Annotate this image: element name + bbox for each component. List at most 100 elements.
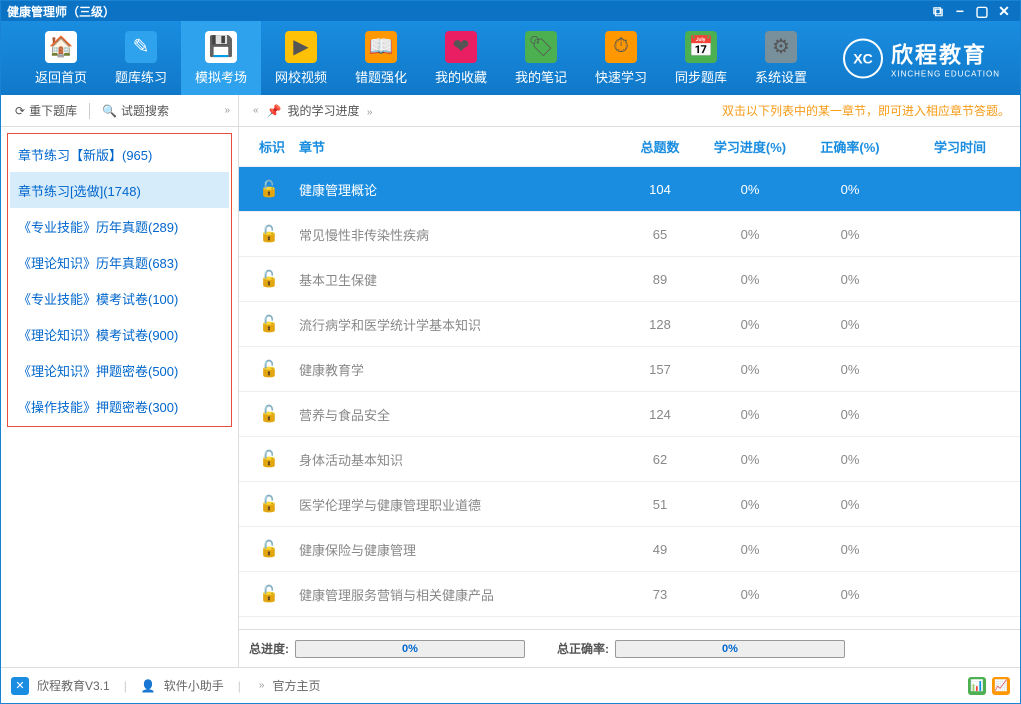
col-icon: 标识 (239, 137, 299, 156)
cell-progress: 0% (700, 362, 800, 377)
cell-total: 73 (620, 587, 700, 602)
cell-total: 104 (620, 182, 700, 197)
table-row[interactable]: 🔓 健康教育学 157 0% 0% (239, 347, 1020, 392)
separator (89, 103, 90, 119)
home-link[interactable]: 官方主页 (272, 677, 320, 694)
cell-total: 62 (620, 452, 700, 467)
table-row[interactable]: 🔓 身体活动基本知识 62 0% 0% (239, 437, 1020, 482)
table-row[interactable]: 🔓 流行病学和医学统计学基本知识 128 0% 0% (239, 302, 1020, 347)
lock-icon: 🔓 (259, 541, 279, 558)
cell-accuracy: 0% (800, 542, 900, 557)
toolbar-item[interactable]: 🏠返回首页 (21, 21, 101, 95)
sidebar-item[interactable]: 《专业技能》模考试卷(100) (10, 280, 229, 316)
table-body[interactable]: 🔓 健康管理概论 104 0% 0% 🔓 常见慢性非传染性疾病 65 0% 0%… (239, 167, 1020, 629)
stats-icon[interactable]: 📊 (968, 677, 986, 695)
cell-total: 157 (620, 362, 700, 377)
sidebar-item[interactable]: 《理论知识》押题密卷(500) (10, 352, 229, 388)
table-row[interactable]: 🔓 营养与食品安全 124 0% 0% (239, 392, 1020, 437)
hint-text: 双击以下列表中的某一章节，即可进入相应章节答题。 (722, 102, 1010, 119)
progress-link[interactable]: 我的学习进度 » (288, 102, 373, 119)
maximize-icon[interactable]: ▢ (972, 3, 992, 19)
reload-button[interactable]: ⟳重下题库 (9, 100, 83, 121)
main-toolbar: « 📌 我的学习进度 » 双击以下列表中的某一章节，即可进入相应章节答题。 (239, 95, 1020, 127)
cell-total: 49 (620, 542, 700, 557)
lock-icon: 🔓 (259, 271, 279, 288)
toolbar-label: 错题强化 (355, 67, 407, 86)
cell-chapter: 健康保险与健康管理 (299, 540, 620, 559)
toolbar-item[interactable]: ❤我的收藏 (421, 21, 501, 95)
sidebar-item[interactable]: 章节练习【新版】(965) (10, 136, 229, 172)
col-chapter: 章节 (299, 137, 620, 156)
cell-chapter: 健康管理服务营销与相关健康产品 (299, 585, 620, 604)
toolbar-item[interactable]: ✎ 题库练习 (101, 21, 181, 95)
toolbar-label: 我的笔记 (515, 67, 567, 86)
window-controls: ⧉ − ▢ ✕ (928, 3, 1014, 19)
cell-progress: 0% (700, 452, 800, 467)
search-button[interactable]: 🔍试题搜索 (96, 100, 175, 121)
window-title: 健康管理师（三级） (7, 3, 928, 20)
sidebar-item[interactable]: 《理论知识》历年真题(683) (10, 244, 229, 280)
total-progress-bar: 0% (295, 640, 525, 658)
toolbar-icon: 📖 (365, 31, 397, 63)
sidebar-item[interactable]: 章节练习[选做](1748) (10, 172, 229, 208)
cell-chapter: 常见慢性非传染性疾病 (299, 225, 620, 244)
toolbar-item[interactable]: 💾模拟考场 (181, 21, 261, 95)
sidebar-item[interactable]: 《理论知识》模考试卷(900) (10, 316, 229, 352)
helper-icon: 👤 (141, 679, 156, 693)
col-progress: 学习进度(%) (700, 137, 800, 156)
restore-icon[interactable]: ⧉ (928, 3, 948, 19)
table-row[interactable]: 🔓 健康管理概论 104 0% 0% (239, 167, 1020, 212)
toolbar-icon: ▶ (285, 31, 317, 63)
cell-progress: 0% (700, 542, 800, 557)
table-row[interactable]: 🔓 健康管理服务营销与相关健康产品 73 0% 0% (239, 572, 1020, 617)
table-row[interactable]: 🔓 医学伦理学与健康管理职业道德 51 0% 0% (239, 482, 1020, 527)
table-header: 标识 章节 总题数 学习进度(%) 正确率(%) 学习时间 (239, 127, 1020, 167)
cell-accuracy: 0% (800, 452, 900, 467)
toolbar-label: 题库练习 (115, 67, 167, 86)
app-icon: ✕ (11, 677, 29, 695)
minimize-icon[interactable]: − (950, 3, 970, 19)
cell-total: 65 (620, 227, 700, 242)
summary-bar: 总进度: 0% 总正确率: 0% (239, 629, 1020, 667)
cell-accuracy: 0% (800, 227, 900, 242)
toolbar-item[interactable]: 📅同步题库 (661, 21, 741, 95)
cell-progress: 0% (700, 497, 800, 512)
cell-accuracy: 0% (800, 317, 900, 332)
sidebar-list: 章节练习【新版】(965)章节练习[选做](1748)《专业技能》历年真题(28… (7, 133, 232, 427)
cell-accuracy: 0% (800, 497, 900, 512)
toolbar-item[interactable]: 🏷我的笔记 (501, 21, 581, 95)
sidebar-item[interactable]: 《操作技能》押题密卷(300) (10, 388, 229, 424)
brand-sub: XINCHENG EDUCATION (891, 70, 1000, 79)
sidebar: ⟳重下题库 🔍试题搜索 » 章节练习【新版】(965)章节练习[选做](1748… (1, 95, 239, 667)
chevron-left-icon[interactable]: « (253, 105, 259, 116)
cell-chapter: 医学伦理学与健康管理职业道德 (299, 495, 620, 514)
lock-icon: 🔓 (259, 586, 279, 603)
total-accuracy-label: 总正确率: (557, 640, 609, 657)
brand-name: 欣程教育 (891, 38, 1000, 70)
toolbar-item[interactable]: ⚙系统设置 (741, 21, 821, 95)
chart-icon[interactable]: 📈 (992, 677, 1010, 695)
cell-progress: 0% (700, 182, 800, 197)
table-row[interactable]: 🔓 健康保险与健康管理 49 0% 0% (239, 527, 1020, 572)
total-progress-label: 总进度: (249, 640, 289, 657)
col-total: 总题数 (620, 137, 700, 156)
table-row[interactable]: 🔓 基本卫生保健 89 0% 0% (239, 257, 1020, 302)
helper-link[interactable]: 软件小助手 (164, 677, 224, 694)
cell-accuracy: 0% (800, 407, 900, 422)
brand-logo: XC (843, 38, 883, 78)
toolbar-icon: ✎ (125, 31, 157, 63)
lock-icon: 🔓 (259, 451, 279, 468)
cell-chapter: 基本卫生保健 (299, 270, 620, 289)
toolbar-label: 返回首页 (35, 67, 87, 86)
main-panel: « 📌 我的学习进度 » 双击以下列表中的某一章节，即可进入相应章节答题。 标识… (239, 95, 1020, 667)
toolbar-item[interactable]: ▶网校视频 (261, 21, 341, 95)
close-icon[interactable]: ✕ (994, 3, 1014, 19)
chevron-icon: » (259, 680, 265, 691)
toolbar-label: 快速学习 (595, 67, 647, 86)
cell-accuracy: 0% (800, 362, 900, 377)
chevron-right-icon[interactable]: » (224, 105, 230, 116)
table-row[interactable]: 🔓 常见慢性非传染性疾病 65 0% 0% (239, 212, 1020, 257)
sidebar-item[interactable]: 《专业技能》历年真题(289) (10, 208, 229, 244)
toolbar-item[interactable]: ⏱快速学习 (581, 21, 661, 95)
toolbar-item[interactable]: 📖 错题强化 (341, 21, 421, 95)
